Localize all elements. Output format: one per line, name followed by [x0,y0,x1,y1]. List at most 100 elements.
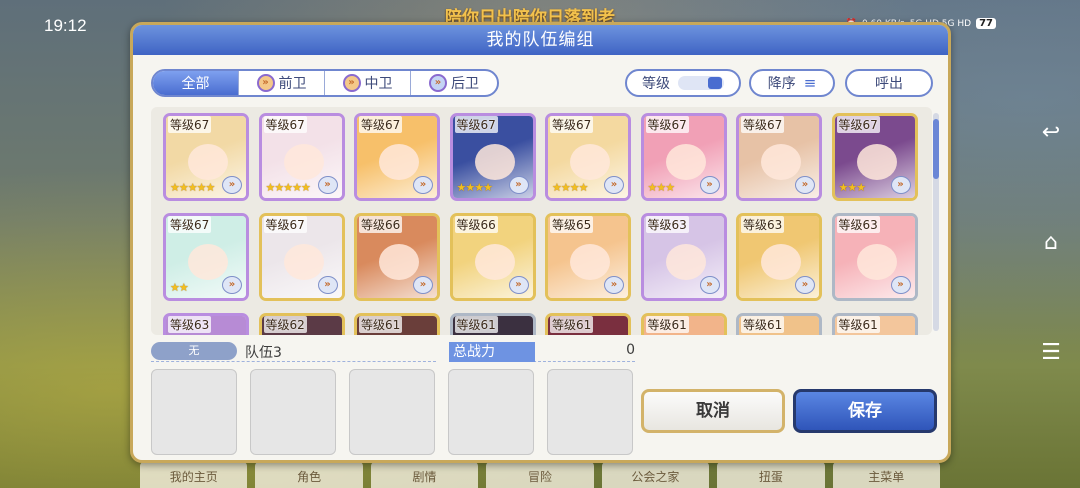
level-label: 等级67 [836,116,880,133]
sort-key-label: 等级 [642,76,670,92]
character-card[interactable]: 等级66 » [354,213,440,301]
character-card[interactable]: 等级63» [831,213,918,301]
character-card[interactable]: 等级61» [640,313,727,335]
character-card[interactable]: 等级67 ★★★★ » [449,113,536,201]
level-label: 等级66 [454,216,498,233]
character-card[interactable]: 等级63» [640,213,727,301]
character-card[interactable]: 等级66 » [449,213,536,301]
tab-back[interactable]: » 后卫 [411,71,497,95]
position-chevron-icon: » [890,176,911,194]
character-face [474,244,515,280]
character-face [283,144,324,180]
level-label: 等级61 [454,316,498,333]
level-label: 等级61 [550,316,594,333]
team-edit-dialog: 我的队伍编组 全部 » 前卫 » 中卫 » 后卫 等级 降序 ≡ 呼出 等级67 ★★★… [130,22,951,463]
position-chevron-icon: » [413,276,433,294]
character-card[interactable]: 等级61» [354,313,440,335]
character-face [474,144,515,180]
team-slot-5[interactable] [547,369,633,455]
star-rating: ★★★★ [552,181,588,194]
power-row: 总战力 0 [449,342,635,362]
character-card[interactable]: 等级67 ★★ » [163,213,249,301]
power-value: 0 [626,342,635,358]
character-card[interactable]: 等级67 ★★★★★ » [163,113,249,201]
tab-middle[interactable]: » 中卫 [325,71,411,95]
character-card[interactable]: 等级67 » [736,113,822,201]
bottom-nav-item[interactable]: 我的主页 [140,462,248,488]
character-card[interactable]: 等级61» [545,313,631,335]
team-slot-4[interactable] [448,369,534,455]
character-face [379,144,419,180]
character-card[interactable]: 等级61» [449,313,536,335]
tab-middle-label: 中卫 [364,76,393,92]
position-chevron-icon: » [604,276,624,294]
scrollbar-thumb[interactable] [933,119,939,179]
call-button[interactable]: 呼出 [845,69,933,97]
tab-front[interactable]: » 前卫 [239,71,325,95]
character-card[interactable]: 等级61» [831,313,918,335]
level-label: 等级67 [263,116,307,133]
character-card[interactable]: 等级63» [163,313,249,335]
character-face [856,244,897,280]
character-card[interactable]: 等级62» [258,313,345,335]
team-slot-2[interactable] [250,369,336,455]
level-label: 等级67 [550,116,594,133]
bottom-nav-item[interactable]: 冒险 [486,462,594,488]
bottom-nav-item[interactable]: 公会之家 [601,462,710,488]
star-rating: ★★★★★ [170,181,215,194]
character-card[interactable]: 等级65 » [545,213,631,301]
star-rating: ★★★ [838,181,867,194]
chevron-icon: » [429,74,447,92]
tab-all[interactable]: 全部 [153,71,239,95]
tab-all-label: 全部 [181,76,210,92]
save-button[interactable]: 保存 [793,389,937,433]
sort-order-button[interactable]: 降序 ≡ [749,69,835,97]
character-card[interactable]: 等级63» [736,213,822,301]
level-label: 等级63 [645,216,689,233]
power-label: 总战力 [449,342,535,362]
star-rating: ★★★★ [456,181,493,194]
cancel-button[interactable]: 取消 [641,389,785,433]
bottom-nav-item[interactable]: 扭蛋 [717,462,825,488]
system-nav: ↩ ⌂ ☰ [1022,0,1080,488]
character-card[interactable]: 等级67 » [258,213,345,301]
bottom-nav-item[interactable]: 角色 [255,462,363,488]
level-label: 等级63 [741,216,785,233]
team-slot-3[interactable] [349,369,435,455]
bottom-nav-item[interactable]: 剧情 [370,462,479,488]
level-label: 等级67 [454,116,498,133]
none-badge[interactable]: 无 [151,342,237,360]
level-label: 等级67 [645,116,689,133]
bottom-nav-item[interactable]: 主菜单 [832,462,940,488]
position-chevron-icon: » [890,276,911,294]
dialog-title: 我的队伍编组 [133,25,948,55]
character-card[interactable]: 等级67 ★★★ » [831,113,918,201]
character-card[interactable]: 等级61» [736,313,822,335]
position-chevron-icon: » [699,176,720,194]
menu-icon[interactable]: ☰ [1022,332,1080,372]
character-card[interactable]: 等级67 ★★★★ » [545,113,631,201]
level-label: 等级61 [741,316,785,333]
position-chevron-icon: » [222,176,242,194]
character-card[interactable]: 等级67 ★★★ » [640,113,727,201]
sort-order-label: 降序 [767,76,796,92]
character-card[interactable]: 等级67 » [354,113,440,201]
call-label: 呼出 [875,76,903,92]
level-label: 等级67 [168,216,212,233]
character-face [761,144,801,180]
sort-key-button[interactable]: 等级 [625,69,741,97]
scrollbar[interactable] [933,113,939,331]
team-slot-1[interactable] [151,369,237,455]
home-icon[interactable]: ⌂ [1022,222,1080,262]
level-label: 等级65 [550,216,594,233]
tab-front-label: 前卫 [278,76,307,92]
position-chevron-icon: » [317,176,338,194]
character-face [570,144,610,180]
position-chevron-icon: » [317,276,338,294]
character-face [188,244,228,280]
position-chevron-icon: » [795,176,815,194]
back-icon[interactable]: ↩ [1022,112,1080,152]
role-tabs: 全部 » 前卫 » 中卫 » 后卫 [151,69,499,97]
character-face [379,244,419,280]
character-card[interactable]: 等级67 ★★★★★ » [258,113,345,201]
